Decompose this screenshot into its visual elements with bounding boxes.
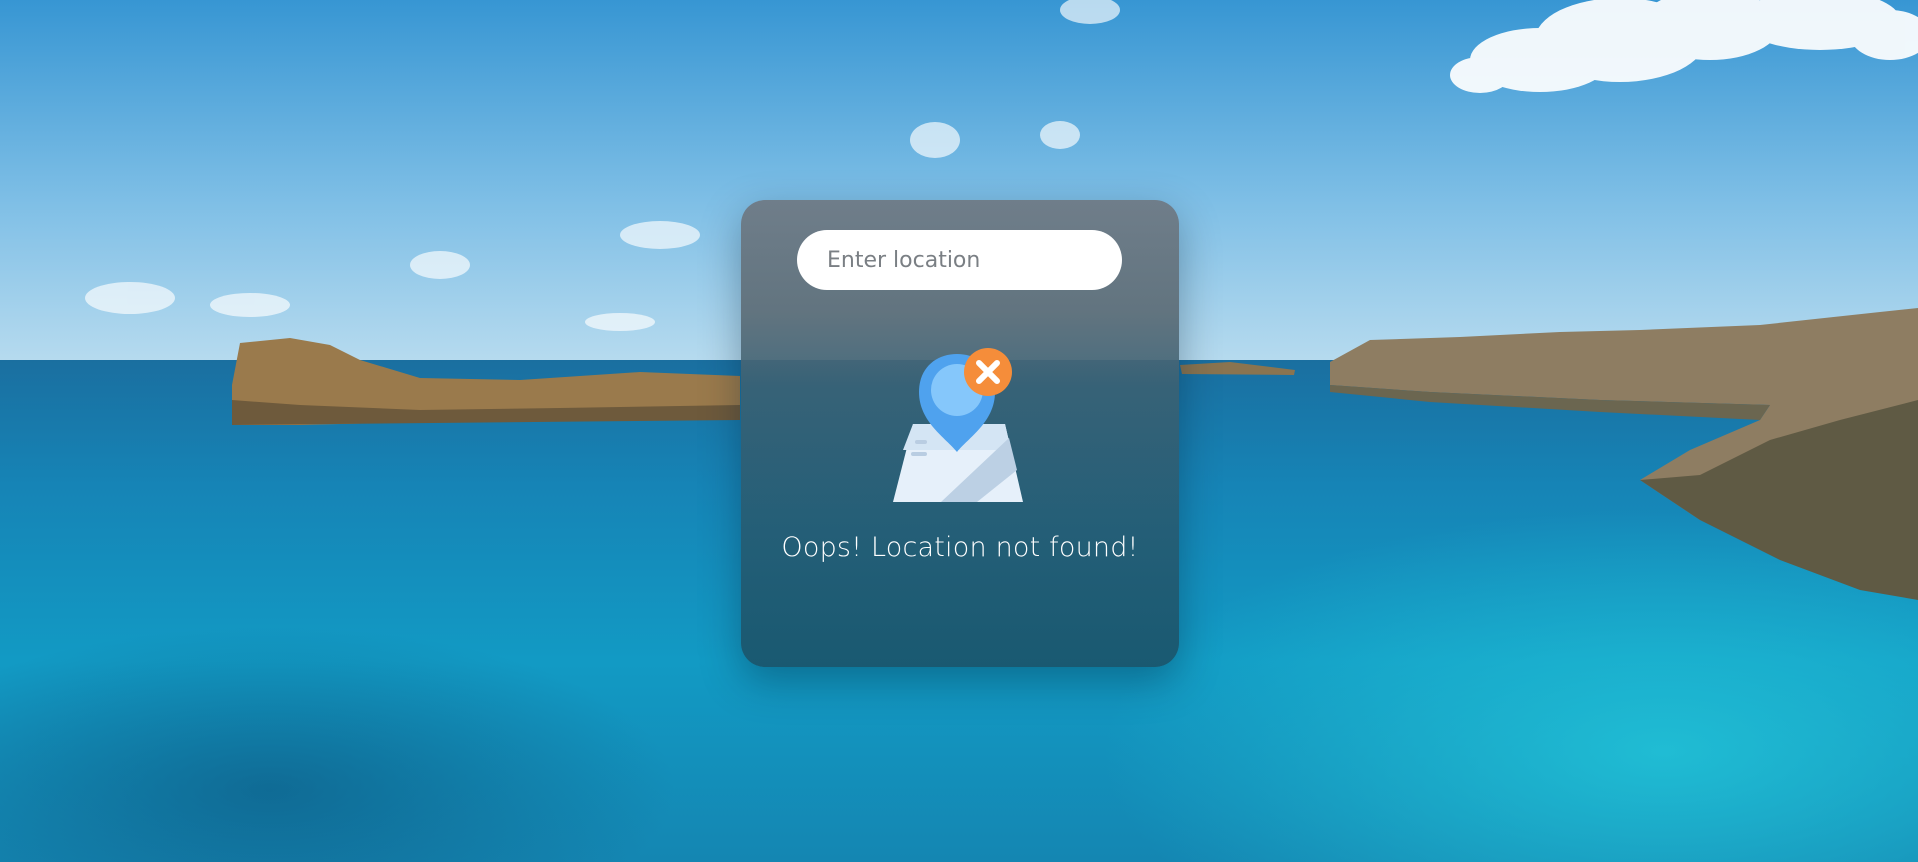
weather-card: Oops! Location not found! [741,200,1179,667]
location-search-input[interactable] [797,230,1122,290]
location-not-found-message: Oops! Location not found! [781,532,1139,563]
map-pin-error-icon [893,348,1023,502]
app-window: Oops! Location not found! [0,0,1918,862]
